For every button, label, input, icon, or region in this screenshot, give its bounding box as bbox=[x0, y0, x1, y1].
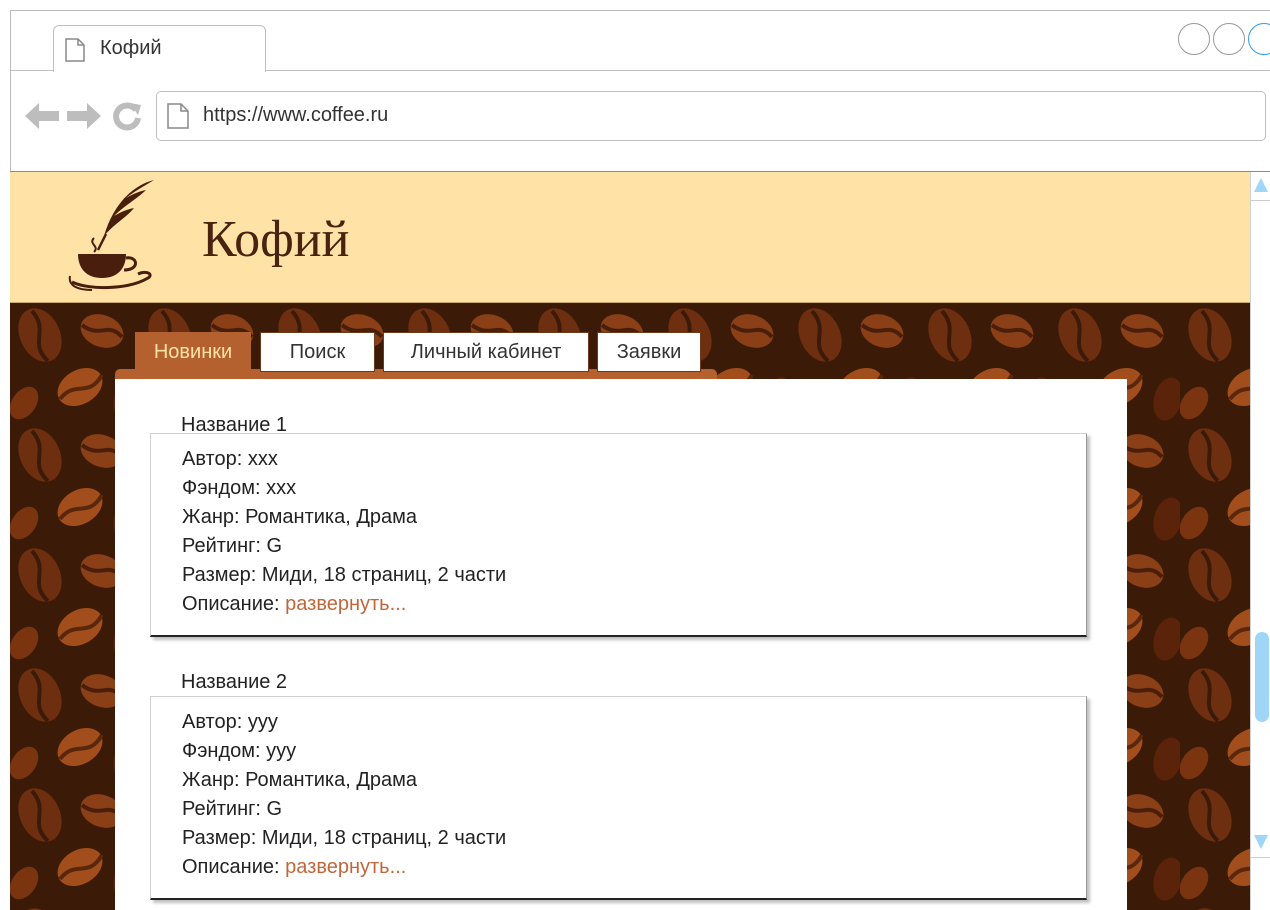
expand-description-link[interactable]: развернуть... bbox=[285, 856, 406, 878]
site-header: Кофий bbox=[10, 172, 1250, 303]
site-title: Кофий bbox=[202, 211, 350, 268]
tab-title: Кофий bbox=[100, 37, 162, 59]
page-icon bbox=[167, 103, 189, 129]
maximize-button[interactable] bbox=[1213, 23, 1245, 55]
browser-window: Кофий https://www.coffee.ru bbox=[10, 10, 1270, 172]
minimize-button[interactable] bbox=[1178, 23, 1210, 55]
description-label: Описание: bbox=[182, 593, 286, 615]
item-genre: Жанр: Романтика, Драма bbox=[182, 769, 418, 791]
scroll-track-top bbox=[1251, 200, 1270, 201]
expand-description-link[interactable]: развернуть... bbox=[285, 593, 406, 615]
close-button[interactable] bbox=[1248, 23, 1270, 55]
item-fandom: Фэндом: xxx bbox=[182, 477, 297, 499]
item-title[interactable]: Название 2 bbox=[181, 671, 287, 694]
item-size: Размер: Миди, 18 страниц, 2 части bbox=[182, 564, 507, 586]
item-description: Описание: развернуть... bbox=[182, 856, 406, 879]
tab-account[interactable]: Личный кабинет bbox=[383, 332, 589, 372]
description-label: Описание: bbox=[182, 856, 286, 878]
tab-new[interactable]: Новинки bbox=[135, 332, 251, 372]
reload-icon[interactable] bbox=[112, 101, 142, 131]
item-genre: Жанр: Романтика, Драма bbox=[182, 506, 418, 528]
forward-arrow-icon[interactable] bbox=[67, 103, 101, 129]
item-author: Автор: xxx bbox=[182, 448, 278, 470]
item-card: Автор: yyy Фэндом: yyy Жанр: Романтика, … bbox=[150, 696, 1087, 900]
browser-tab[interactable]: Кофий bbox=[53, 25, 266, 72]
scroll-down-arrow-icon[interactable] bbox=[1254, 835, 1268, 849]
tab-search[interactable]: Поиск bbox=[260, 332, 375, 372]
main-nav: Новинки Поиск Личный кабинет Заявки bbox=[115, 328, 717, 382]
item-description: Описание: развернуть... bbox=[182, 593, 406, 616]
content-panel: Название 1 Автор: xxx Фэндом: xxx Жанр: … bbox=[115, 379, 1127, 910]
tab-requests[interactable]: Заявки bbox=[597, 332, 701, 372]
url-text: https://www.coffee.ru bbox=[203, 104, 389, 126]
vertical-scrollbar[interactable] bbox=[1250, 172, 1270, 910]
item-author: Автор: yyy bbox=[182, 711, 278, 733]
address-bar[interactable]: https://www.coffee.ru bbox=[156, 91, 1266, 141]
item-fandom: Фэндом: yyy bbox=[182, 740, 297, 762]
navigation-bar: https://www.coffee.ru bbox=[11, 73, 1270, 171]
scroll-up-arrow-icon[interactable] bbox=[1254, 178, 1268, 192]
item-size: Размер: Миди, 18 страниц, 2 части bbox=[182, 827, 507, 849]
coffee-cup-quill-logo[interactable] bbox=[68, 178, 168, 294]
window-controls bbox=[1178, 23, 1270, 55]
tab-strip: Кофий bbox=[11, 11, 1270, 72]
item-rating: Рейтинг: G bbox=[182, 798, 283, 820]
page-icon bbox=[65, 38, 85, 62]
scroll-track-bottom bbox=[1251, 857, 1270, 858]
page-viewport: Кофий Новинки Поиск Личный кабинет Заявк… bbox=[10, 172, 1250, 910]
back-arrow-icon[interactable] bbox=[25, 103, 59, 129]
scroll-thumb[interactable] bbox=[1255, 632, 1269, 722]
item-card: Автор: xxx Фэндом: xxx Жанр: Романтика, … bbox=[150, 433, 1087, 637]
item-rating: Рейтинг: G bbox=[182, 535, 283, 557]
